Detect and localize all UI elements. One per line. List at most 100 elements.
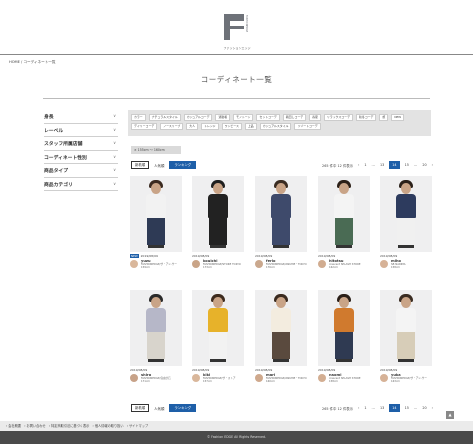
scroll-top-button[interactable]: ▲: [446, 411, 454, 419]
tag-chip[interactable]: NEW: [391, 114, 405, 121]
tag-chip[interactable]: トレンド: [201, 123, 219, 130]
card-meta: 2019/08/09: [380, 368, 432, 372]
tag-chip[interactable]: モノトーン: [233, 114, 254, 121]
tag-chip[interactable]: ノースリーブ: [160, 123, 184, 130]
sidebar-filter-item[interactable]: レーベル ∨: [44, 124, 118, 137]
coordinate-photo[interactable]: [380, 290, 432, 366]
model-shoes: [398, 359, 414, 362]
tag-chip[interactable]: リゾートコーデ: [294, 123, 321, 130]
sidebar-filter-item[interactable]: コーディネート性別 ∨: [44, 151, 118, 164]
pagination-page[interactable]: 13: [380, 163, 384, 167]
tag-filter-box: カラー ナチュラルスタイル カジュアルコーデ 通勤着 モノトーン セットコーデ 着回しコーデ…: [128, 110, 431, 136]
tag-chip[interactable]: カジュアルスタイル: [259, 123, 292, 130]
tag-chip[interactable]: リラックスコーデ: [323, 114, 353, 121]
staff-text: shiro FASHIONEDGE/自由が丘 171cm: [141, 373, 171, 383]
coordinate-photo[interactable]: [130, 176, 182, 252]
pagination-page[interactable]: 15: [405, 163, 409, 167]
coordinate-photo[interactable]: [192, 176, 244, 252]
coordinate-card[interactable]: 2019/08/09 naomi crescent SPLASH STORE 158c…: [318, 290, 370, 383]
staff-info[interactable]: mari FASHIONEDGE/ANKHIE・TOKYO 160cm: [255, 373, 307, 383]
coordinate-card[interactable]: NEW 2019/08/09 yuzu FASHIONEDGE/ザ・アン-サー 159c…: [130, 176, 182, 269]
pagination-current[interactable]: 14: [389, 404, 400, 412]
coordinate-card[interactable]: 2019/08/09 ferio FASHIONEDGE/ANKHIE・TOKYO 1…: [255, 176, 307, 269]
tag-chip[interactable]: 上品: [244, 123, 257, 130]
active-filter-chip[interactable]: × 155cm ～ 160cm: [131, 146, 181, 154]
tag-chip[interactable]: ナチュラルスタイル: [148, 114, 181, 121]
site-logo[interactable]: FASHIONEDGE: [224, 14, 250, 44]
sort-popular-button[interactable]: 人気順: [152, 406, 166, 411]
coordinate-photo[interactable]: [318, 176, 370, 252]
sidebar-filter-item[interactable]: 商品タイプ ∨: [44, 164, 118, 178]
sidebar-filter-item[interactable]: スタッフ所属店舗 ∨: [44, 137, 118, 151]
pagination-page[interactable]: 15: [405, 406, 409, 410]
staff-info[interactable]: miho SB NARIMA 158cm: [380, 259, 432, 269]
post-date: 2019/08/09: [318, 254, 336, 258]
pagination-page[interactable]: 13: [380, 406, 384, 410]
tag-chip[interactable]: セットコーデ: [256, 114, 280, 121]
tag-chip[interactable]: 着回しコーデ: [282, 114, 307, 121]
staff-info[interactable]: kiki FASHIONEDGE/ザ・ストア 157cm: [192, 373, 244, 383]
coordinate-photo[interactable]: [380, 176, 432, 252]
sort-new-button[interactable]: 新着順: [131, 161, 150, 169]
pagination-next[interactable]: ›: [432, 163, 433, 167]
tag-chip[interactable]: カジュアルコーデ: [183, 114, 213, 121]
model-bottom: [147, 218, 165, 245]
coordinate-photo[interactable]: [255, 176, 307, 252]
coordinate-card[interactable]: 2019/08/09 hitotsu crescent SPLASH STORE 16…: [318, 176, 370, 269]
ranking-button[interactable]: ランキング: [169, 161, 197, 169]
sidebar-filter-item[interactable]: 身長 ∨: [44, 110, 118, 124]
chevron-down-icon: ∨: [113, 167, 116, 172]
coordinate-card[interactable]: 2019/08/09 shiro FASHIONEDGE/自由が丘 171cm: [130, 290, 182, 383]
sidebar-filter-item[interactable]: 商品カテゴリ ∨: [44, 178, 118, 191]
avatar: [192, 374, 200, 382]
card-meta: 2019/08/09: [318, 254, 370, 258]
model-top: [208, 308, 228, 332]
sort-controls-top: 新着順 人気順 ランキング: [131, 161, 197, 169]
staff-info[interactable]: naomi crescent SPLASH STORE 158cm: [318, 373, 370, 383]
tag-chip[interactable]: 秋冬コーデ: [355, 114, 377, 121]
tag-chip[interactable]: 春夏: [309, 114, 321, 121]
pagination-prev[interactable]: ‹: [358, 406, 359, 410]
staff-info[interactable]: ferio FASHIONEDGE/ANKHIE・TOKYO 176cm: [255, 259, 307, 269]
pagination-page[interactable]: 1: [364, 406, 366, 410]
tag-chip[interactable]: デイリーコーデ: [131, 123, 158, 130]
staff-info[interactable]: shiro FASHIONEDGE/自由が丘 171cm: [130, 373, 182, 383]
pagination-page[interactable]: 20: [422, 163, 426, 167]
model-top: [334, 308, 354, 332]
breadcrumb[interactable]: HOME / コーディネート一覧: [9, 60, 56, 65]
coordinate-card[interactable]: 2019/08/09 kiki FASHIONEDGE/ザ・ストア 157cm: [192, 290, 244, 383]
coordinate-card[interactable]: 2019/08/09 yuka FASHIONEDGE/ザ・アン-サー 163cm: [380, 290, 432, 383]
coordinate-photo[interactable]: [130, 290, 182, 366]
model-bottom: [272, 218, 290, 245]
pagination-next[interactable]: ›: [432, 406, 433, 410]
staff-text: miho SB NARIMA 158cm: [391, 259, 406, 269]
ranking-button[interactable]: ランキング: [169, 404, 197, 412]
coordinate-card[interactable]: 2019/08/09 miho SB NARIMA 158cm: [380, 176, 432, 269]
sort-new-button[interactable]: 新着順: [131, 404, 150, 412]
tag-chip[interactable]: 旅: [379, 114, 389, 121]
tag-chip[interactable]: カラー: [131, 114, 146, 121]
avatar: [318, 260, 326, 268]
staff-info[interactable]: yuzu FASHIONEDGE/ザ・アン-サー 159cm: [130, 259, 182, 269]
pagination-page: …: [413, 406, 418, 410]
staff-info[interactable]: yuka FASHIONEDGE/ザ・アン-サー 163cm: [380, 373, 432, 383]
coordinate-photo[interactable]: [192, 290, 244, 366]
coordinate-photo[interactable]: [255, 290, 307, 366]
staff-info[interactable]: hitotsu crescent SPLASH STORE 162cm: [318, 259, 370, 269]
card-meta: 2019/08/09: [380, 254, 432, 258]
sidebar-filter-label: 身長: [44, 115, 54, 120]
tag-chip[interactable]: ワンピース: [221, 123, 242, 130]
coordinate-card[interactable]: 2019/08/09 kouichi FASHIONEDGE/STORE TOKYO…: [192, 176, 244, 269]
pagination-current[interactable]: 14: [389, 161, 400, 169]
pagination-page[interactable]: 20: [422, 406, 426, 410]
staff-info[interactable]: kouichi FASHIONEDGE/STORE TOKYO 173cm: [192, 259, 244, 269]
footer-links[interactable]: › 会社概要 › お問い合わせ › 特定商取引法に基づく表示 › 個人情報の取り…: [0, 421, 473, 431]
coordinate-photo[interactable]: [318, 290, 370, 366]
pagination-prev[interactable]: ‹: [358, 163, 359, 167]
pagination-page[interactable]: 1: [364, 163, 366, 167]
tag-chip[interactable]: 通勤着: [215, 114, 231, 121]
sort-popular-button[interactable]: 人気順: [152, 163, 166, 168]
model-shoes: [210, 359, 226, 362]
tag-chip[interactable]: 大人: [186, 123, 199, 130]
coordinate-card[interactable]: 2019/08/09 mari FASHIONEDGE/ANKHIE・TOKYO 16…: [255, 290, 307, 383]
